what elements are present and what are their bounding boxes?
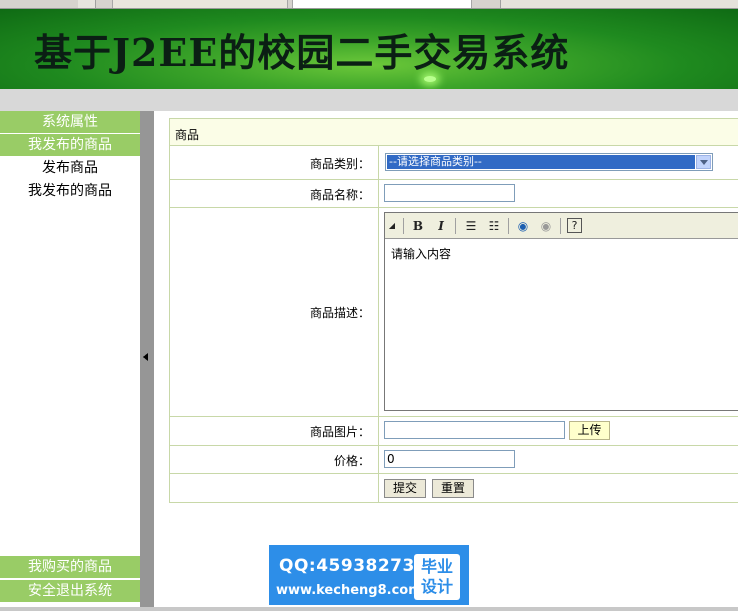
left-menu: 系统属性 我发布的商品 发布商品 我发布的商品 我购买的商品 安全退出系统 (0, 111, 140, 607)
bottom-border (0, 607, 738, 611)
browser-tab[interactable] (78, 0, 96, 8)
form-title: 商品 (175, 128, 200, 142)
menu-section-my-goods[interactable]: 我发布的商品 (0, 134, 140, 156)
toolbar-collapse-icon[interactable]: ◢ (387, 217, 397, 235)
menu-splitter[interactable] (140, 111, 154, 607)
menu-item-publish[interactable]: 发布商品 (0, 157, 140, 179)
description-label: 商品描述： (309, 306, 370, 320)
ad-url: www.kecheng8.com (276, 583, 422, 598)
reset-button[interactable]: 重置 (432, 479, 474, 498)
ad-qq-number: QQ:459382737 (279, 556, 428, 576)
unlink-icon[interactable]: ◉ (537, 217, 555, 235)
menu-section-system[interactable]: 系统属性 (0, 111, 140, 133)
editor-toolbar: ◢ B I ☰ ☷ ◉ ◉ ? (385, 213, 738, 239)
form-header: 商品 (169, 118, 738, 146)
upload-button[interactable]: 上传 (569, 421, 610, 440)
ad-badge: 毕业 设计 (414, 554, 460, 600)
site-banner: 基于J2EE的校园二手交易系统 (0, 9, 738, 89)
goods-form: 商品 商品类别： --请选择商品类别-- 商品名称： 商品描述： ◢ B I ☰… (169, 118, 738, 503)
bold-icon[interactable]: B (409, 217, 427, 235)
collapse-arrow-icon[interactable] (143, 353, 148, 361)
menu-item-my-published[interactable]: 我发布的商品 (0, 180, 140, 202)
description-row: 商品描述： ◢ B I ☰ ☷ ◉ ◉ ? 请输入内容 (169, 208, 738, 417)
site-title: 基于J2EE的校园二手交易系统 (34, 30, 570, 75)
name-row: 商品名称： (169, 180, 738, 208)
action-row: 提交 重置 (169, 474, 738, 503)
price-row: 价格： 0 (169, 446, 738, 474)
header-divider (0, 89, 738, 111)
ordered-list-icon[interactable]: ☰ (462, 217, 480, 235)
ad-badge-line2: 设计 (420, 577, 453, 596)
menu-section-logout[interactable]: 安全退出系统 (0, 580, 140, 602)
qq-ad-banner[interactable]: QQ:459382737 www.kecheng8.com 毕业 设计 (269, 545, 469, 605)
link-icon[interactable]: ◉ (514, 217, 532, 235)
browser-tab[interactable] (112, 0, 288, 8)
submit-button[interactable]: 提交 (384, 479, 426, 498)
category-row: 商品类别： --请选择商品类别-- (169, 146, 738, 180)
chevron-down-icon[interactable] (696, 155, 711, 169)
name-label: 商品名称： (309, 188, 370, 202)
menu-section-purchased[interactable]: 我购买的商品 (0, 556, 140, 578)
goods-name-input[interactable] (384, 184, 515, 202)
image-row: 商品图片： 上传 (169, 417, 738, 446)
banner-glow (424, 76, 436, 82)
category-selected-value: --请选择商品类别-- (387, 155, 695, 169)
help-icon[interactable]: ? (567, 218, 582, 233)
category-select[interactable]: --请选择商品类别-- (385, 153, 713, 171)
italic-icon[interactable]: I (432, 217, 450, 235)
image-label: 商品图片： (309, 425, 370, 439)
browser-tab-active[interactable] (292, 0, 472, 8)
category-label: 商品类别： (309, 157, 370, 171)
rich-text-editor[interactable]: ◢ B I ☰ ☷ ◉ ◉ ? 请输入内容 (384, 212, 738, 411)
price-label: 价格： (333, 454, 370, 468)
browser-tab[interactable] (500, 0, 738, 8)
image-path-input[interactable] (384, 421, 565, 439)
browser-chrome (0, 0, 738, 9)
unordered-list-icon[interactable]: ☷ (485, 217, 503, 235)
description-content[interactable]: 请输入内容 (391, 245, 451, 262)
ad-badge-line1: 毕业 (420, 557, 453, 576)
price-input[interactable]: 0 (384, 450, 515, 468)
